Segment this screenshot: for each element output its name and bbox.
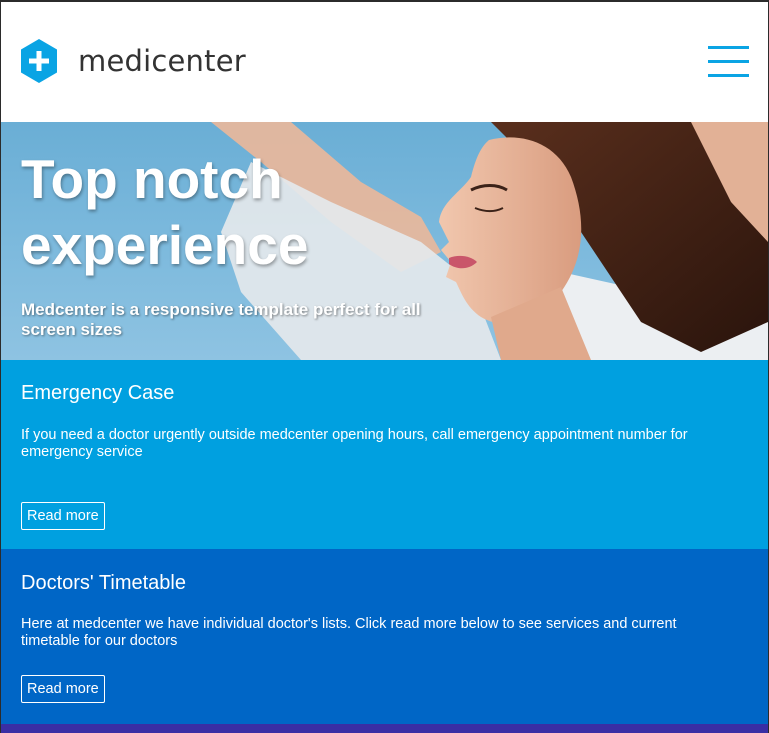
medical-cross-logo-icon xyxy=(21,39,57,83)
hamburger-menu-icon[interactable] xyxy=(708,46,749,78)
panel-text: If you need a doctor urgently outside me… xyxy=(21,427,688,460)
panel-title: Doctors' Timetable xyxy=(21,572,186,594)
doctors-timetable-panel: Doctors' Timetable Here at medcenter we … xyxy=(1,549,768,724)
emergency-case-panel: Emergency Case If you need a doctor urge… xyxy=(1,360,768,549)
read-more-button[interactable]: Read more xyxy=(21,502,105,530)
hero-title: Top notch experience xyxy=(21,148,309,276)
next-panel-edge xyxy=(1,724,768,733)
site-logo[interactable]: medicenter xyxy=(20,38,246,84)
hero-subtitle: Medcenter is a responsive template perfe… xyxy=(21,300,421,339)
brand-name: medicenter xyxy=(78,44,246,78)
browser-viewport: medicenter Top notch experience Medcente… xyxy=(0,0,769,733)
panel-title: Emergency Case xyxy=(21,382,175,404)
panel-text: Here at medcenter we have individual doc… xyxy=(21,616,677,649)
site-header: medicenter xyxy=(1,2,768,122)
hero-banner: Top notch experience Medcenter is a resp… xyxy=(1,122,768,360)
read-more-button[interactable]: Read more xyxy=(21,675,105,703)
